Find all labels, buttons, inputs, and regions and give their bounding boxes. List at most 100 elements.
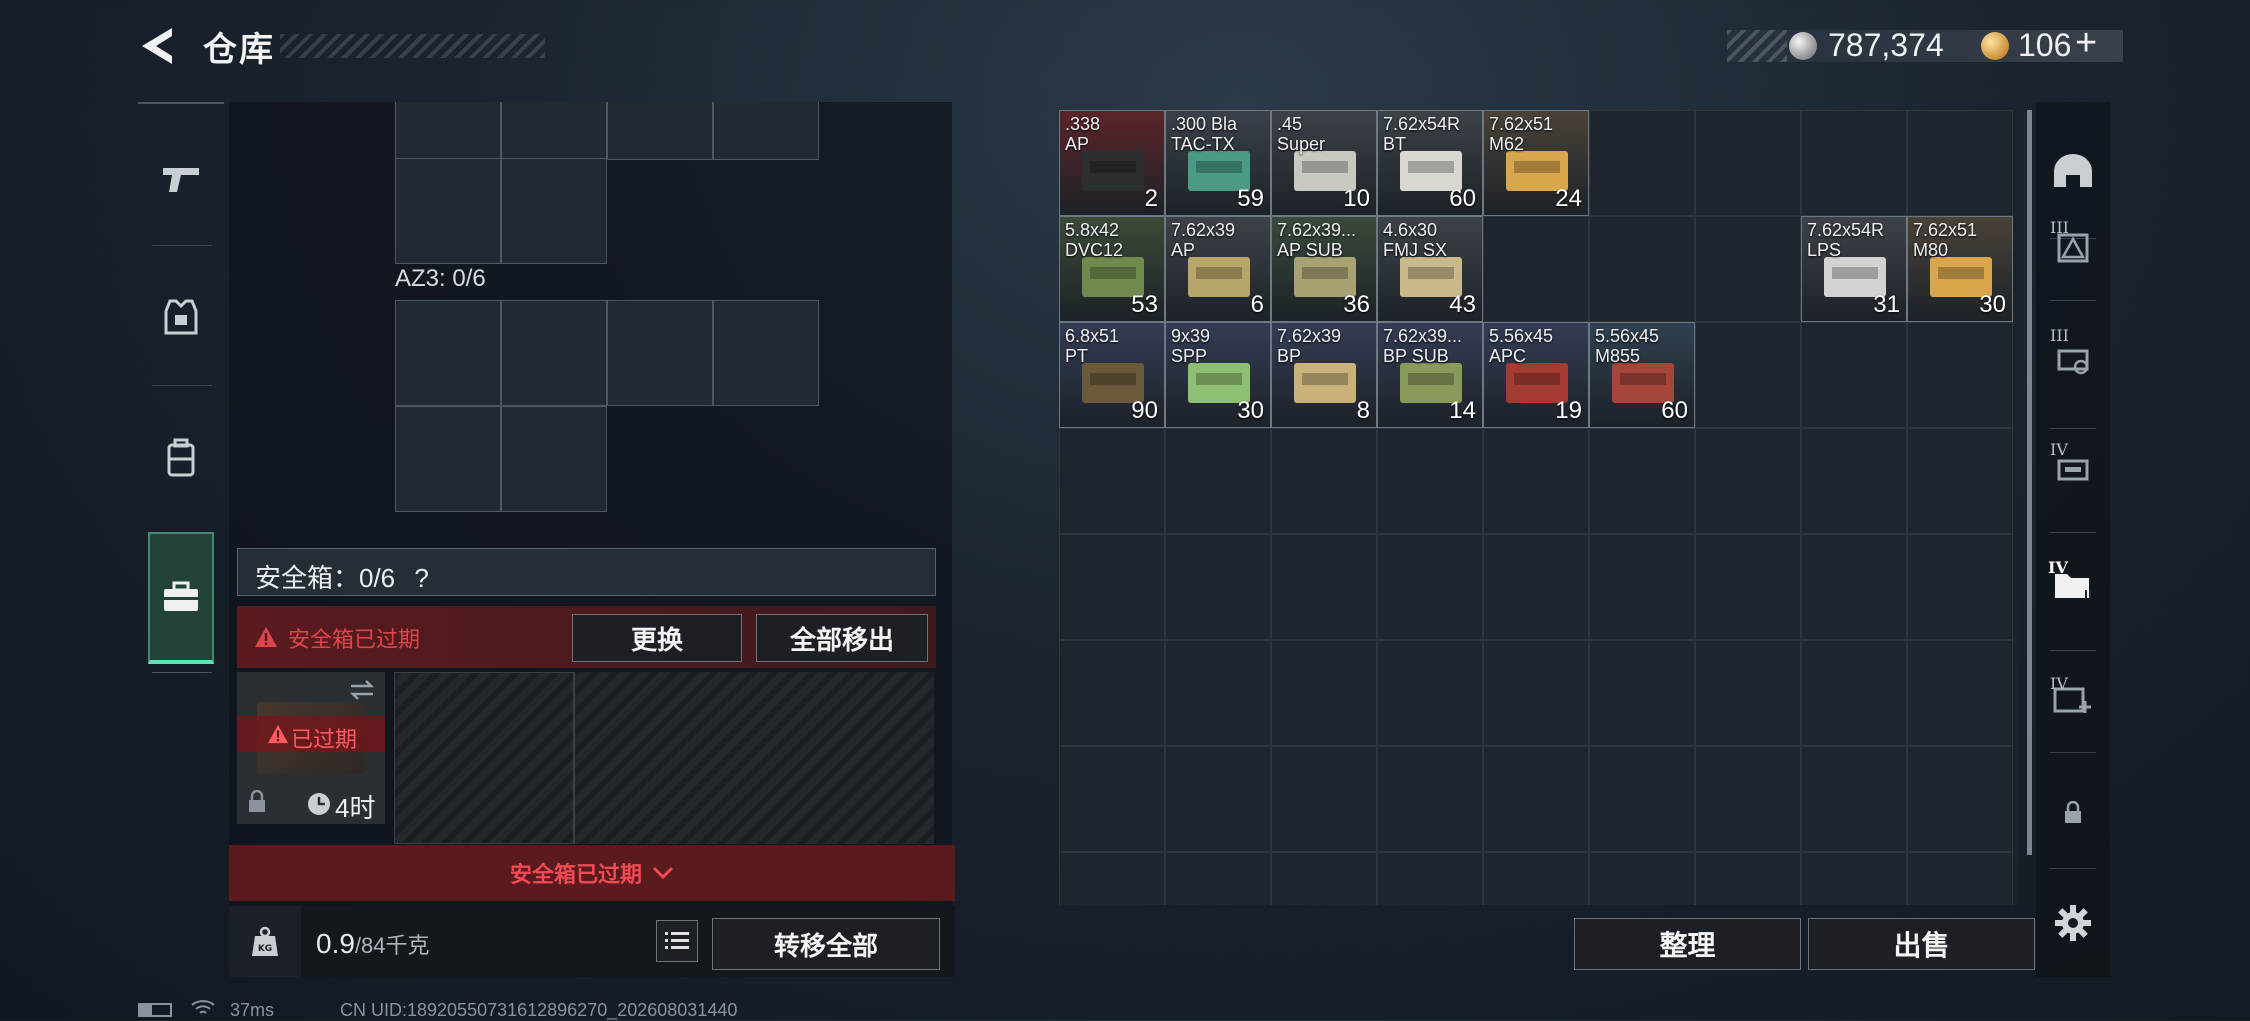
stash-slot[interactable]: [1059, 746, 1165, 852]
stash-slot[interactable]: [1589, 534, 1695, 640]
safebox-expired-footer[interactable]: 安全箱已过期: [229, 845, 955, 901]
stash-slot[interactable]: [1165, 428, 1271, 534]
ammo-item[interactable]: 7.62x39 BP 8: [1271, 322, 1377, 428]
ammo-item[interactable]: 5.56x45 APC 19: [1483, 322, 1589, 428]
stash-slot[interactable]: [1059, 640, 1165, 746]
rig-slot[interactable]: [607, 102, 713, 160]
stash-slot[interactable]: [1801, 110, 1907, 216]
ammo-item[interactable]: 4.6x30 FMJ SX 43: [1377, 216, 1483, 322]
stash-slot[interactable]: [1589, 110, 1695, 216]
stash-slot[interactable]: [1589, 216, 1695, 322]
stash-slot[interactable]: [1695, 640, 1801, 746]
replace-button[interactable]: 更换: [572, 614, 742, 662]
stash-slot[interactable]: [1377, 746, 1483, 852]
settings-button[interactable]: [2050, 900, 2096, 946]
stash-slot[interactable]: [1483, 216, 1589, 322]
stash-slot[interactable]: [1165, 852, 1271, 905]
ammo-item[interactable]: 5.56x45 M855 60: [1589, 322, 1695, 428]
stash-slot[interactable]: [1377, 640, 1483, 746]
stash-slot[interactable]: [1695, 428, 1801, 534]
ammo-item[interactable]: .338 AP 2: [1059, 110, 1165, 216]
stash-slot[interactable]: [1907, 322, 2013, 428]
stash-slot[interactable]: [1907, 640, 2013, 746]
list-view-button[interactable]: [656, 920, 698, 962]
stash-slot[interactable]: [1271, 852, 1377, 905]
ammo-item[interactable]: 5.8x42 DVC12 53: [1059, 216, 1165, 322]
az3-slot[interactable]: [501, 300, 607, 406]
stash-slot[interactable]: [1801, 322, 1907, 428]
stash-slot[interactable]: [1589, 640, 1695, 746]
stash-slot[interactable]: [1059, 852, 1165, 905]
stash-slot[interactable]: [1377, 428, 1483, 534]
remove-all-button[interactable]: 全部移出: [756, 614, 928, 662]
stash-slot[interactable]: [1483, 852, 1589, 905]
stash-slot[interactable]: [1165, 534, 1271, 640]
az3-slot[interactable]: [607, 300, 713, 406]
ammo-item[interactable]: 7.62x39... BP SUB 14: [1377, 322, 1483, 428]
ammo-item[interactable]: 7.62x54R BT 60: [1377, 110, 1483, 216]
ammo-item[interactable]: 7.62x39 AP 6: [1165, 216, 1271, 322]
nav-safebox[interactable]: [148, 532, 214, 664]
swap-icon[interactable]: [347, 678, 377, 702]
stash-slot[interactable]: [1483, 746, 1589, 852]
stash-slot[interactable]: [1483, 428, 1589, 534]
stash-slot[interactable]: [1695, 322, 1801, 428]
az3-slot[interactable]: [713, 300, 819, 406]
rig-slot[interactable]: [501, 158, 607, 264]
back-icon[interactable]: [138, 24, 180, 68]
stash-slot[interactable]: [1165, 640, 1271, 746]
ammo-item[interactable]: 7.62x51 M62 24: [1483, 110, 1589, 216]
ammo-item[interactable]: 7.62x39... AP SUB 36: [1271, 216, 1377, 322]
stash-slot[interactable]: [1377, 534, 1483, 640]
stash-slot[interactable]: [1589, 746, 1695, 852]
ammo-item[interactable]: 7.62x54R LPS 31: [1801, 216, 1907, 322]
stash-slot[interactable]: [1165, 746, 1271, 852]
sort-button[interactable]: 整理: [1574, 918, 1801, 970]
category-locked[interactable]: [2036, 744, 2110, 882]
stash-slot[interactable]: [1589, 428, 1695, 534]
stash-slot[interactable]: [1271, 640, 1377, 746]
ammo-item[interactable]: 7.62x51 M80 30: [1907, 216, 2013, 322]
nav-backpack[interactable]: [138, 392, 224, 522]
nav-armor[interactable]: [138, 252, 224, 382]
stash-slot[interactable]: [1695, 534, 1801, 640]
rig-slot[interactable]: [395, 158, 501, 264]
ammo-item[interactable]: .45 Super 10: [1271, 110, 1377, 216]
stash-slot[interactable]: [1801, 428, 1907, 534]
rig-slot[interactable]: [501, 102, 607, 160]
stash-slot[interactable]: [1801, 746, 1907, 852]
rig-slot[interactable]: [395, 102, 501, 160]
stash-slot[interactable]: [1271, 746, 1377, 852]
az3-slot[interactable]: [395, 300, 501, 406]
safebox-slots[interactable]: [394, 672, 934, 844]
stash-slot[interactable]: [1695, 110, 1801, 216]
ammo-item[interactable]: 6.8x51 PT 90: [1059, 322, 1165, 428]
az3-slot[interactable]: [501, 406, 607, 512]
rig-slot[interactable]: [713, 102, 819, 160]
stash-slot[interactable]: [1589, 852, 1695, 905]
stash-slot[interactable]: [1695, 852, 1801, 905]
stash-slot[interactable]: [1801, 534, 1907, 640]
stash-slot[interactable]: [1059, 428, 1165, 534]
stash-slot[interactable]: [1483, 640, 1589, 746]
ammo-item[interactable]: 9x39 SPP 30: [1165, 322, 1271, 428]
stash-grid[interactable]: .338 AP 2 .300 Bla TAC-TX 59 .45 Super 10 7.62…: [1059, 110, 2019, 905]
stash-slot[interactable]: [1377, 852, 1483, 905]
stash-scrollbar[interactable]: [2027, 110, 2032, 855]
stash-slot[interactable]: [1801, 852, 1907, 905]
stash-slot[interactable]: [1695, 746, 1801, 852]
sell-button[interactable]: 出售: [1808, 918, 2035, 970]
stash-slot[interactable]: [1907, 110, 2013, 216]
az3-slot[interactable]: [395, 406, 501, 512]
safebox-case-item[interactable]: 已过期 4时: [237, 672, 385, 824]
ammo-item[interactable]: .300 Bla TAC-TX 59: [1165, 110, 1271, 216]
nav-weapon[interactable]: [138, 114, 224, 244]
help-icon[interactable]: ?: [414, 563, 428, 593]
stash-slot[interactable]: [1801, 640, 1907, 746]
stash-slot[interactable]: [1059, 534, 1165, 640]
stash-slot[interactable]: [1271, 534, 1377, 640]
add-currency-button[interactable]: +: [2075, 22, 2097, 65]
transfer-all-button[interactable]: 转移全部: [712, 918, 940, 970]
stash-slot[interactable]: [1907, 534, 2013, 640]
stash-slot[interactable]: [1907, 746, 2013, 852]
